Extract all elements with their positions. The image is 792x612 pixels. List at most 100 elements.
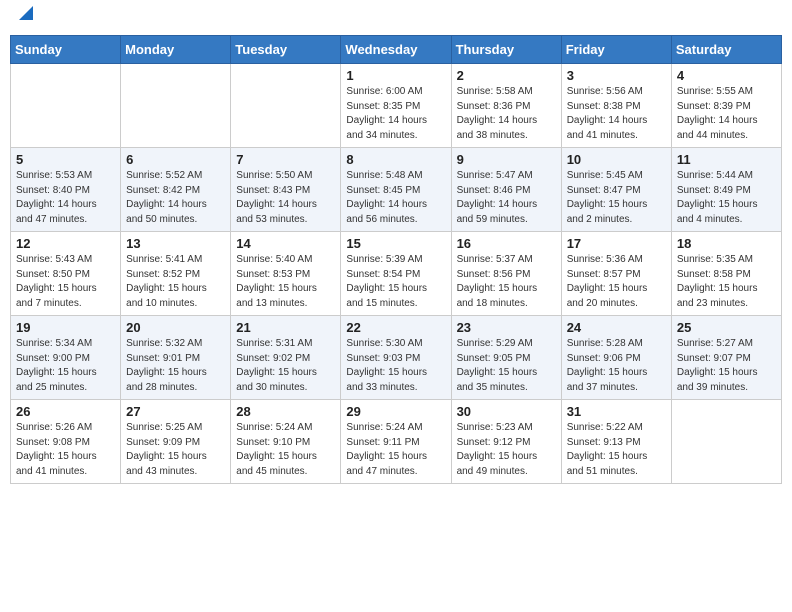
day-info: Sunrise: 5:39 AM Sunset: 8:54 PM Dayligh… xyxy=(346,253,445,311)
calendar-cell: 25 Sunrise: 5:27 AM Sunset: 9:07 PM Dayli… xyxy=(671,316,781,400)
day-number: 1 xyxy=(346,68,445,83)
calendar-body: 1 Sunrise: 6:00 AM Sunset: 8:35 PM Daylig… xyxy=(11,64,782,484)
day-number: 2 xyxy=(457,68,556,83)
calendar-cell: 28 Sunrise: 5:24 AM Sunset: 9:10 PM Dayli… xyxy=(231,400,341,484)
day-info: Sunrise: 5:29 AM Sunset: 9:05 PM Dayligh… xyxy=(457,337,556,395)
calendar-cell: 2 Sunrise: 5:58 AM Sunset: 8:36 PM Daylig… xyxy=(451,64,561,148)
day-info: Sunrise: 5:43 AM Sunset: 8:50 PM Dayligh… xyxy=(16,253,115,311)
calendar-cell xyxy=(121,64,231,148)
day-info: Sunrise: 5:48 AM Sunset: 8:45 PM Dayligh… xyxy=(346,169,445,227)
calendar-cell: 16 Sunrise: 5:37 AM Sunset: 8:56 PM Dayli… xyxy=(451,232,561,316)
day-number: 19 xyxy=(16,320,115,335)
day-number: 16 xyxy=(457,236,556,251)
day-info: Sunrise: 6:00 AM Sunset: 8:35 PM Dayligh… xyxy=(346,85,445,143)
day-info: Sunrise: 5:47 AM Sunset: 8:46 PM Dayligh… xyxy=(457,169,556,227)
day-number: 22 xyxy=(346,320,445,335)
day-number: 10 xyxy=(567,152,666,167)
col-wednesday: Wednesday xyxy=(341,36,451,64)
calendar-cell: 4 Sunrise: 5:55 AM Sunset: 8:39 PM Daylig… xyxy=(671,64,781,148)
calendar-cell: 6 Sunrise: 5:52 AM Sunset: 8:42 PM Daylig… xyxy=(121,148,231,232)
calendar-cell: 24Sunrise: 5:28 AM Sunset: 9:06 PM Dayli… xyxy=(561,316,671,400)
calendar-week-row: 26 Sunrise: 5:26 AM Sunset: 9:08 PM Dayli… xyxy=(11,400,782,484)
logo xyxy=(14,10,35,27)
calendar-cell xyxy=(11,64,121,148)
calendar-cell: 23 Sunrise: 5:29 AM Sunset: 9:05 PM Dayli… xyxy=(451,316,561,400)
day-info: Sunrise: 5:22 AM Sunset: 9:13 PM Dayligh… xyxy=(567,421,666,479)
calendar-cell: 7 Sunrise: 5:50 AM Sunset: 8:43 PM Daylig… xyxy=(231,148,341,232)
day-info: Sunrise: 5:24 AM Sunset: 9:10 PM Dayligh… xyxy=(236,421,335,479)
col-thursday: Thursday xyxy=(451,36,561,64)
day-info: Sunrise: 5:52 AM Sunset: 8:42 PM Dayligh… xyxy=(126,169,225,227)
day-number: 9 xyxy=(457,152,556,167)
calendar-week-row: 19Sunrise: 5:34 AM Sunset: 9:00 PM Dayli… xyxy=(11,316,782,400)
calendar-cell: 10 Sunrise: 5:45 AM Sunset: 8:47 PM Dayli… xyxy=(561,148,671,232)
day-info: Sunrise: 5:50 AM Sunset: 8:43 PM Dayligh… xyxy=(236,169,335,227)
day-number: 12 xyxy=(16,236,115,251)
day-number: 3 xyxy=(567,68,666,83)
col-saturday: Saturday xyxy=(671,36,781,64)
day-number: 7 xyxy=(236,152,335,167)
day-info: Sunrise: 5:30 AM Sunset: 9:03 PM Dayligh… xyxy=(346,337,445,395)
day-number: 20 xyxy=(126,320,225,335)
calendar-cell: 3 Sunrise: 5:56 AM Sunset: 8:38 PM Daylig… xyxy=(561,64,671,148)
col-monday: Monday xyxy=(121,36,231,64)
calendar-cell xyxy=(231,64,341,148)
col-tuesday: Tuesday xyxy=(231,36,341,64)
day-info: Sunrise: 5:53 AM Sunset: 8:40 PM Dayligh… xyxy=(16,169,115,227)
day-info: Sunrise: 5:24 AM Sunset: 9:11 PM Dayligh… xyxy=(346,421,445,479)
day-number: 27 xyxy=(126,404,225,419)
calendar-week-row: 12 Sunrise: 5:43 AM Sunset: 8:50 PM Dayli… xyxy=(11,232,782,316)
day-info: Sunrise: 5:55 AM Sunset: 8:39 PM Dayligh… xyxy=(677,85,776,143)
day-info: Sunrise: 5:45 AM Sunset: 8:47 PM Dayligh… xyxy=(567,169,666,227)
day-info: Sunrise: 5:37 AM Sunset: 8:56 PM Dayligh… xyxy=(457,253,556,311)
calendar-cell: 21Sunrise: 5:31 AM Sunset: 9:02 PM Dayli… xyxy=(231,316,341,400)
calendar-cell: 17 Sunrise: 5:36 AM Sunset: 8:57 PM Dayli… xyxy=(561,232,671,316)
day-number: 31 xyxy=(567,404,666,419)
calendar-cell: 14 Sunrise: 5:40 AM Sunset: 8:53 PM Dayli… xyxy=(231,232,341,316)
day-info: Sunrise: 5:44 AM Sunset: 8:49 PM Dayligh… xyxy=(677,169,776,227)
calendar-cell: 19Sunrise: 5:34 AM Sunset: 9:00 PM Dayli… xyxy=(11,316,121,400)
page-header xyxy=(10,10,782,27)
day-info: Sunrise: 5:36 AM Sunset: 8:57 PM Dayligh… xyxy=(567,253,666,311)
calendar-cell: 8 Sunrise: 5:48 AM Sunset: 8:45 PM Daylig… xyxy=(341,148,451,232)
day-number: 29 xyxy=(346,404,445,419)
day-number: 26 xyxy=(16,404,115,419)
calendar-cell: 15 Sunrise: 5:39 AM Sunset: 8:54 PM Dayli… xyxy=(341,232,451,316)
day-number: 8 xyxy=(346,152,445,167)
day-number: 21 xyxy=(236,320,335,335)
day-number: 6 xyxy=(126,152,225,167)
day-info: Sunrise: 5:26 AM Sunset: 9:08 PM Dayligh… xyxy=(16,421,115,479)
calendar-cell: 20 Sunrise: 5:32 AM Sunset: 9:01 PM Dayli… xyxy=(121,316,231,400)
calendar-cell: 26 Sunrise: 5:26 AM Sunset: 9:08 PM Dayli… xyxy=(11,400,121,484)
day-number: 25 xyxy=(677,320,776,335)
day-number: 23 xyxy=(457,320,556,335)
calendar-week-row: 1 Sunrise: 6:00 AM Sunset: 8:35 PM Daylig… xyxy=(11,64,782,148)
day-number: 18 xyxy=(677,236,776,251)
day-info: Sunrise: 5:40 AM Sunset: 8:53 PM Dayligh… xyxy=(236,253,335,311)
day-info: Sunrise: 5:25 AM Sunset: 9:09 PM Dayligh… xyxy=(126,421,225,479)
calendar-cell: 1 Sunrise: 6:00 AM Sunset: 8:35 PM Daylig… xyxy=(341,64,451,148)
day-number: 28 xyxy=(236,404,335,419)
calendar-cell: 11Sunrise: 5:44 AM Sunset: 8:49 PM Dayli… xyxy=(671,148,781,232)
day-number: 30 xyxy=(457,404,556,419)
calendar-header: Sunday Monday Tuesday Wednesday Thursday… xyxy=(11,36,782,64)
calendar-cell: 12 Sunrise: 5:43 AM Sunset: 8:50 PM Dayli… xyxy=(11,232,121,316)
day-info: Sunrise: 5:32 AM Sunset: 9:01 PM Dayligh… xyxy=(126,337,225,395)
header-row: Sunday Monday Tuesday Wednesday Thursday… xyxy=(11,36,782,64)
day-number: 17 xyxy=(567,236,666,251)
calendar-cell: 27 Sunrise: 5:25 AM Sunset: 9:09 PM Dayli… xyxy=(121,400,231,484)
col-sunday: Sunday xyxy=(11,36,121,64)
col-friday: Friday xyxy=(561,36,671,64)
calendar-cell: 18Sunrise: 5:35 AM Sunset: 8:58 PM Dayli… xyxy=(671,232,781,316)
day-number: 14 xyxy=(236,236,335,251)
day-number: 15 xyxy=(346,236,445,251)
day-info: Sunrise: 5:41 AM Sunset: 8:52 PM Dayligh… xyxy=(126,253,225,311)
day-info: Sunrise: 5:27 AM Sunset: 9:07 PM Dayligh… xyxy=(677,337,776,395)
logo-arrow-icon xyxy=(17,4,35,22)
day-info: Sunrise: 5:58 AM Sunset: 8:36 PM Dayligh… xyxy=(457,85,556,143)
day-info: Sunrise: 5:56 AM Sunset: 8:38 PM Dayligh… xyxy=(567,85,666,143)
day-number: 4 xyxy=(677,68,776,83)
calendar-table: Sunday Monday Tuesday Wednesday Thursday… xyxy=(10,35,782,484)
calendar-week-row: 5 Sunrise: 5:53 AM Sunset: 8:40 PM Daylig… xyxy=(11,148,782,232)
day-number: 5 xyxy=(16,152,115,167)
